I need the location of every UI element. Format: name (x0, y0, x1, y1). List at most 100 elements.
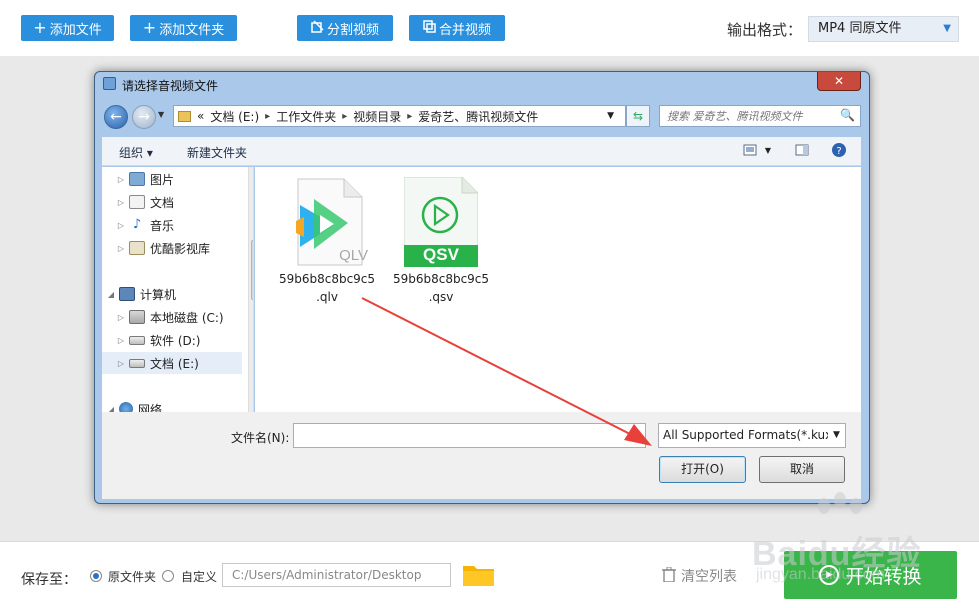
navigation-pane: ▷ 图片 ▷ 文档 ▷ ♪ 音乐 ▷ 优酷影视库 ◢ 计算机 ▷ 本地磁盘 (C:) ▷ 软件 … (102, 167, 254, 412)
merge-icon (423, 19, 436, 37)
chevron-down-icon[interactable]: ▼ (607, 111, 614, 121)
nav-item-label: 软件 (D:) (150, 333, 201, 348)
nav-item-label: 图片 (150, 172, 175, 187)
search-box[interactable]: 🔍 (659, 105, 861, 127)
arrow-right-icon: → (138, 109, 150, 125)
split-video-button[interactable]: 分割视频 (297, 15, 393, 41)
preview-pane-icon[interactable] (794, 142, 810, 158)
file-name: 59b6b8c8bc9c5 .qsv (392, 272, 490, 304)
open-button[interactable]: 打开(O) (659, 456, 746, 483)
breadcrumb-separator-icon: ▸ (342, 110, 348, 122)
output-format-label: 输出格式： (727, 21, 803, 39)
expand-icon[interactable]: ▷ (116, 221, 126, 230)
breadcrumb-separator-icon: ▸ (265, 110, 271, 122)
collapse-icon[interactable]: ◢ (106, 290, 116, 299)
file-type-filter-value: All Supported Formats(*.kux (663, 428, 833, 442)
scissors-icon (311, 19, 324, 37)
organize-menu[interactable]: 组织 ▾ (119, 144, 153, 161)
nav-item-youku-library[interactable]: ▷ 优酷影视库 (102, 237, 242, 259)
forward-button[interactable]: → (132, 105, 156, 129)
pictures-icon (129, 172, 145, 186)
nav-item-label: 音乐 (150, 218, 175, 233)
network-icon (119, 402, 133, 412)
nav-item-drive-e[interactable]: ▷ 文档 (E:) (102, 352, 242, 374)
nav-item-label: 网络 (138, 402, 163, 413)
expand-icon[interactable]: ▷ (116, 175, 126, 184)
footer-bar: 保存至： 原文件夹 自定义 C:/Users/Administrator/Des… (0, 541, 979, 608)
file-list: QLV 59b6b8c8bc9c5 .qlv QSV 59b6b8c8bc9c5… (255, 167, 861, 412)
refresh-button[interactable]: ⇆ (626, 105, 650, 127)
new-folder-button[interactable]: 新建文件夹 (187, 144, 247, 161)
cancel-button[interactable]: 取消 (759, 456, 845, 483)
trash-icon (662, 566, 676, 586)
radio-original-folder[interactable] (90, 570, 102, 582)
nav-item-label: 本地磁盘 (C:) (150, 310, 224, 325)
nav-scrollbar[interactable]: ▲ ▼ (248, 167, 253, 412)
expand-icon[interactable]: ▷ (116, 198, 126, 207)
add-file-label: 添加文件 (49, 22, 102, 38)
nav-item-label: 文档 (150, 195, 175, 210)
nav-item-network[interactable]: ◢ 网络 (102, 398, 242, 412)
file-item-qlv[interactable]: QLV 59b6b8c8bc9c5 .qlv (277, 177, 377, 306)
add-folder-button[interactable]: + 添加文件夹 (130, 15, 237, 41)
breadcrumb-drive[interactable]: 文档 (E:) (210, 108, 259, 125)
back-button[interactable]: ← (104, 105, 128, 129)
nav-item-music[interactable]: ▷ ♪ 音乐 (102, 214, 242, 236)
documents-icon (129, 195, 145, 209)
nav-item-drive-d[interactable]: ▷ 软件 (D:) (102, 329, 242, 351)
add-folder-label: 添加文件夹 (159, 22, 225, 38)
nav-item-computer[interactable]: ◢ 计算机 (102, 283, 242, 305)
search-icon: 🔍 (840, 108, 855, 122)
nav-item-drive-c[interactable]: ▷ 本地磁盘 (C:) (102, 306, 242, 328)
output-path-input[interactable]: C:/Users/Administrator/Desktop (222, 563, 451, 587)
clear-list-button[interactable]: 清空列表 (662, 566, 737, 586)
expand-icon[interactable]: ▷ (116, 336, 126, 345)
expand-icon[interactable]: ▷ (116, 313, 126, 322)
play-icon: ▶ (819, 565, 840, 585)
merge-video-button[interactable]: 合并视频 (409, 15, 505, 41)
filename-input[interactable] (293, 423, 646, 448)
top-toolbar: + 添加文件 + 添加文件夹 分割视频 合并视频 输出格式： MP4 同原文件 … (0, 0, 979, 56)
filename-label: 文件名(N): (231, 431, 290, 445)
radio-custom-label: 自定义 (181, 570, 218, 584)
history-dropdown-icon[interactable]: ▼ (158, 110, 164, 119)
scroll-down-icon[interactable]: ▼ (249, 402, 253, 410)
breadcrumb-video-dir[interactable]: 视频目录 (353, 108, 401, 125)
dialog-app-icon (103, 77, 116, 90)
view-options-icon[interactable] (742, 142, 758, 158)
refresh-icon: ⇆ (632, 109, 644, 123)
file-type-filter[interactable]: All Supported Formats(*.kux ▼ (658, 423, 846, 448)
breadcrumb-separator-icon: ▸ (407, 110, 413, 122)
search-input[interactable] (660, 106, 830, 126)
breadcrumb-overflow[interactable]: « (197, 109, 204, 123)
split-video-label: 分割视频 (326, 22, 379, 38)
help-icon[interactable]: ? (831, 142, 847, 158)
clear-list-label: 清空列表 (681, 569, 737, 585)
arrow-left-icon: ← (110, 109, 122, 125)
scrollbar-thumb[interactable] (251, 240, 253, 300)
library-icon (129, 241, 145, 255)
radio-custom-folder[interactable] (162, 570, 174, 582)
file-item-qsv[interactable]: QSV 59b6b8c8bc9c5 .qsv (391, 176, 491, 306)
start-convert-button[interactable]: ▶ 开始转换 (784, 551, 957, 599)
output-format-select[interactable]: MP4 同原文件 ▼ (808, 16, 959, 42)
dialog-title: 请选择音视频文件 (122, 79, 219, 93)
expand-icon[interactable]: ▷ (116, 244, 126, 253)
breadcrumb-work-folder[interactable]: 工作文件夹 (276, 108, 336, 125)
scroll-up-icon[interactable]: ▲ (249, 169, 253, 177)
breadcrumb-current[interactable]: 爱奇艺、腾讯视频文件 (418, 108, 538, 125)
close-button[interactable]: ✕ (817, 72, 861, 91)
file-type-badge: QSV (423, 245, 459, 264)
close-icon: ✕ (833, 74, 845, 88)
folder-icon[interactable] (463, 564, 494, 586)
nav-item-documents[interactable]: ▷ 文档 (102, 191, 242, 213)
expand-icon[interactable]: ▷ (116, 359, 126, 368)
address-bar[interactable]: « 文档 (E:) ▸ 工作文件夹 ▸ 视频目录 ▸ 爱奇艺、腾讯视频文件 ▼ (173, 105, 626, 127)
command-bar: 组织 ▾ 新建文件夹 ▼ ? (102, 137, 861, 166)
chevron-down-icon[interactable]: ▼ (760, 142, 776, 158)
add-file-button[interactable]: + 添加文件 (21, 15, 114, 41)
collapse-icon[interactable]: ◢ (106, 405, 116, 413)
nav-item-pictures[interactable]: ▷ 图片 (102, 168, 242, 190)
file-name: 59b6b8c8bc9c5 .qlv (278, 272, 376, 304)
music-icon: ♪ (132, 217, 142, 232)
